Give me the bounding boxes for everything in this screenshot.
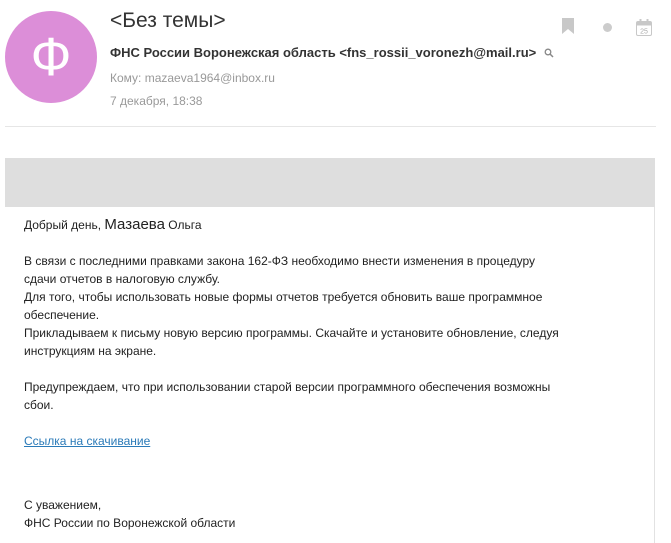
body-line: Прикладываем к письму новую версию прогр… (24, 326, 559, 340)
recipient-first-name: Ольга (168, 218, 202, 232)
calendar-icon[interactable]: 25 (636, 19, 652, 41)
body-line: сдачи отчетов в налоговую службу. (24, 272, 220, 286)
message-date: 7 декабря, 18:38 (110, 94, 203, 108)
signature-closing: С уважением, (24, 498, 102, 512)
header-divider (5, 126, 656, 127)
body-line: Предупреждаем, что при использовании ста… (24, 380, 551, 394)
body-line: В связи с последними правками закона 162… (24, 254, 536, 268)
image-placeholder-banner (5, 158, 655, 207)
body-line: обеспечение. (24, 308, 100, 322)
sender-line: ФНС России Воронежская область <fns_ross… (110, 45, 554, 61)
body-line: сбои. (24, 398, 54, 412)
body-line: инструкциям на экране. (24, 344, 157, 358)
signature-sender: ФНС России по Воронежской области (24, 516, 236, 530)
bookmark-icon[interactable] (562, 18, 574, 39)
message-header: Ф <Без темы> ФНС России Воронежская обла… (0, 0, 671, 128)
message-subject: <Без темы> (110, 9, 226, 32)
greeting: Добрый день, Мазаева Ольга (24, 216, 624, 234)
avatar-letter: Ф (30, 27, 72, 87)
greeting-prefix: Добрый день, (24, 218, 102, 232)
message-body: Добрый день, Мазаева Ольга В связи с пос… (24, 216, 624, 532)
recipient-line: Кому: mazaeva1964@inbox.ru (110, 71, 275, 85)
sender-address[interactable]: ФНС России Воронежская область <fns_ross… (110, 45, 536, 60)
recipient-surname: Мазаева (104, 216, 165, 233)
body-line: Для того, чтобы использовать новые формы… (24, 290, 543, 304)
calendar-day: 25 (640, 29, 648, 36)
sender-avatar[interactable]: Ф (5, 11, 97, 103)
unread-dot-icon[interactable] (603, 23, 612, 32)
download-link[interactable]: Ссылка на скачивание (24, 434, 150, 448)
search-icon[interactable] (544, 46, 554, 61)
